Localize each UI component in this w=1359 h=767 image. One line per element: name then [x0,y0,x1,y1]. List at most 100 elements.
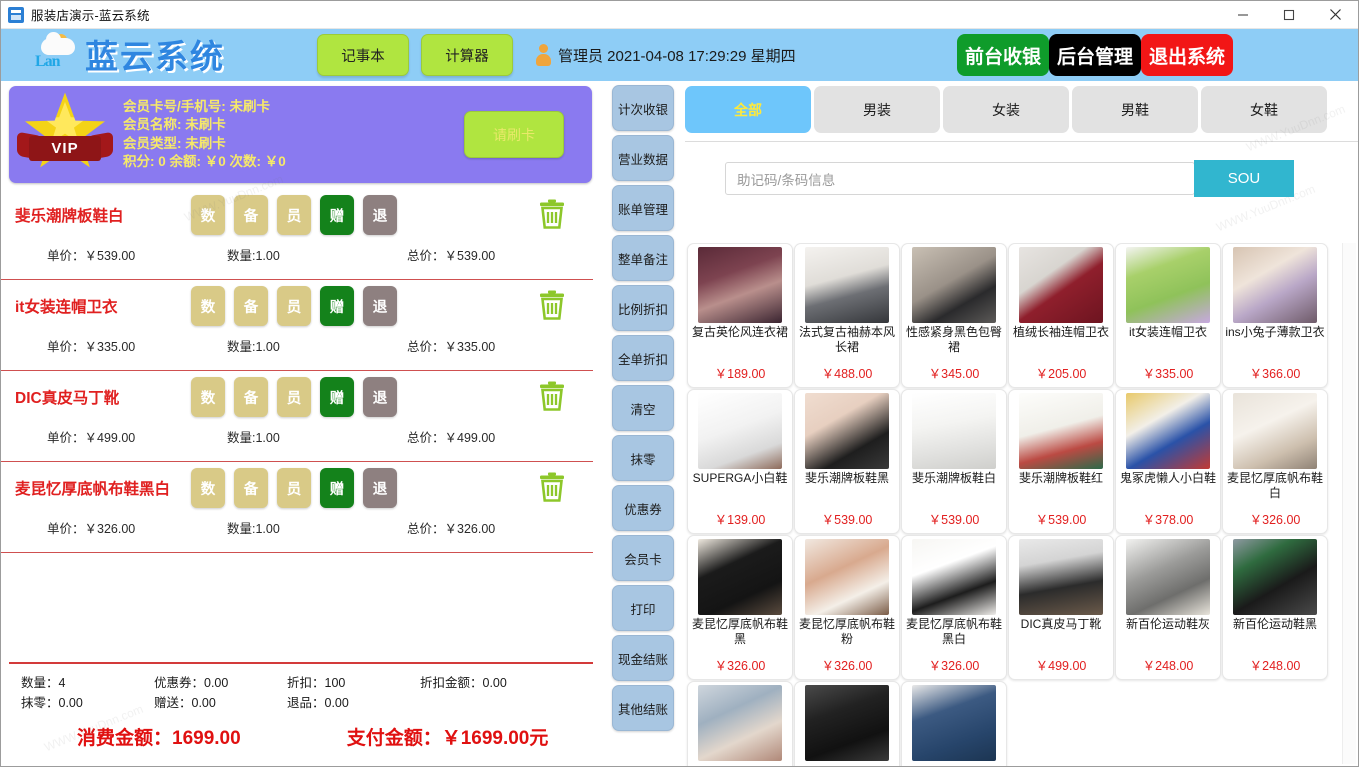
sidebar-item-ratio-discount[interactable]: 比例折扣 [612,285,674,331]
product-card[interactable]: 法式复古袖赫本风长裙 ￥488.00 [794,243,900,388]
qty-button[interactable]: 数 [191,468,225,508]
product-card[interactable]: 性感紧身黑色包臀裙 ￥345.00 [901,243,1007,388]
cart-item-list[interactable]: 斐乐潮牌板鞋白 数 备 员 赠 退 单价：￥539.00 数量:1.00 总价：… [1,189,593,661]
table-row[interactable]: DIC真皮马丁靴 数 备 员 赠 退 单价：￥499.00 数量:1.00 总价… [1,371,593,462]
front-cashier-tag[interactable]: 前台收银 [956,34,1049,76]
staff-button[interactable]: 员 [277,377,311,417]
product-card[interactable]: 麦昆忆厚底帆布鞋粉 ￥326.00 [794,535,900,680]
sidebar-item-coupon[interactable]: 优惠券 [612,485,674,531]
cart-item-qty: 数量:1.00 [227,431,280,445]
product-image [1019,393,1103,469]
product-grid[interactable]: 复古英伦风连衣裙 ￥189.00 法式复古袖赫本风长裙 ￥488.00 性感紧身黑色… [685,243,1336,766]
pay-total: 支付金额：￥1699.00元 [346,728,549,749]
product-price: ￥248.00 [1142,659,1194,673]
sidebar-item-count-cashier[interactable]: 计次收银 [612,85,674,131]
return-button[interactable]: 退 [363,377,397,417]
sidebar-item-member-card[interactable]: 会员卡 [612,535,674,581]
product-scrollbar[interactable] [1342,243,1356,764]
product-card[interactable]: DIC真皮马丁靴 ￥499.00 [1008,535,1114,680]
sidebar-item-label: 整单备注 [617,252,668,267]
product-card[interactable]: 麦昆忆厚底帆布鞋黑白 ￥326.00 [901,535,1007,680]
gift-button[interactable]: 赠 [320,468,354,508]
notepad-button[interactable]: 记事本 [317,34,409,76]
sidebar-item-cash-checkout[interactable]: 现金结账 [612,635,674,681]
product-card[interactable]: it女装连帽卫衣 ￥335.00 [1115,243,1221,388]
qty-button[interactable]: 数 [191,286,225,326]
tab-mens-clothing[interactable]: 男装 [814,86,940,133]
product-card[interactable] [794,681,900,766]
delete-icon[interactable] [533,286,571,324]
staff-button[interactable]: 员 [277,286,311,326]
qty-button[interactable]: 数 [191,377,225,417]
note-button[interactable]: 备 [234,468,268,508]
minimize-button[interactable] [1220,1,1266,29]
table-row[interactable]: 斐乐潮牌板鞋白 数 备 员 赠 退 单价：￥539.00 数量:1.00 总价：… [1,189,593,280]
product-card[interactable]: ins小兔子薄款卫衣 ￥366.00 [1222,243,1328,388]
qty-button[interactable]: 数 [191,195,225,235]
product-card[interactable]: 鬼冢虎懒人小白鞋 ￥378.00 [1115,389,1221,534]
delete-icon[interactable] [533,468,571,506]
delete-icon[interactable] [533,377,571,415]
cart-item-actions: 数 备 员 赠 退 [191,195,397,235]
product-image [1126,393,1210,469]
summary-gift: 赠送：0.00 [154,696,216,710]
note-button[interactable]: 备 [234,195,268,235]
product-name: SUPERGA小白鞋 [692,471,788,485]
sidebar-item-business-data[interactable]: 营业数据 [612,135,674,181]
window-title: 服装店演示-蓝云系统 [31,9,150,23]
sidebar-item-other-checkout[interactable]: 其他结账 [612,685,674,731]
backend-admin-tag[interactable]: 后台管理 [1048,34,1141,76]
search-button[interactable]: SOU [1194,160,1294,197]
exit-system-tag[interactable]: 退出系统 [1140,34,1233,76]
maximize-button[interactable] [1266,1,1312,29]
cart-item-qty: 数量:1.00 [227,340,280,354]
cart-item-total: 总价：￥335.00 [407,340,496,354]
sidebar-item-label: 抹零 [630,452,656,467]
sidebar-item-round-off[interactable]: 抹零 [612,435,674,481]
tab-womens-clothing[interactable]: 女装 [943,86,1069,133]
sidebar-item-full-discount[interactable]: 全单折扣 [612,335,674,381]
product-card[interactable]: 新百伦运动鞋灰 ￥248.00 [1115,535,1221,680]
sidebar-item-clear[interactable]: 清空 [612,385,674,431]
gift-button[interactable]: 赠 [320,195,354,235]
product-card[interactable]: 复古英伦风连衣裙 ￥189.00 [687,243,793,388]
product-image [698,393,782,469]
product-card[interactable]: 新百伦运动鞋黑 ￥248.00 [1222,535,1328,680]
table-row[interactable]: it女装连帽卫衣 数 备 员 赠 退 单价：￥335.00 数量:1.00 总价… [1,280,593,371]
swipe-card-button[interactable]: 请刷卡 [464,111,564,158]
sidebar-item-bill-manage[interactable]: 账单管理 [612,185,674,231]
product-card[interactable]: 麦昆忆厚底帆布鞋黑 ￥326.00 [687,535,793,680]
product-card[interactable]: 斐乐潮牌板鞋黑 ￥539.00 [794,389,900,534]
close-button[interactable] [1312,1,1358,29]
product-card[interactable] [687,681,793,766]
search-input[interactable]: 助记码/条码信息 [725,162,1195,195]
product-card[interactable]: 斐乐潮牌板鞋白 ￥539.00 [901,389,1007,534]
return-button[interactable]: 退 [363,195,397,235]
product-card[interactable]: 斐乐潮牌板鞋红 ￥539.00 [1008,389,1114,534]
return-button[interactable]: 退 [363,468,397,508]
sidebar-item-order-note[interactable]: 整单备注 [612,235,674,281]
order-summary: 数量：4 抹零：0.00 优惠券：0.00 赠送：0.00 折扣：100 退品：… [9,662,593,758]
cart-item-total: 总价：￥326.00 [407,522,496,536]
table-row[interactable]: 麦昆忆厚底帆布鞋黑白 数 备 员 赠 退 单价：￥326.00 数量:1.00 … [1,462,593,553]
sidebar-item-print[interactable]: 打印 [612,585,674,631]
tab-womens-shoes[interactable]: 女鞋 [1201,86,1327,133]
product-card[interactable]: SUPERGA小白鞋 ￥139.00 [687,389,793,534]
note-button[interactable]: 备 [234,377,268,417]
product-price: ￥139.00 [714,513,766,527]
note-button[interactable]: 备 [234,286,268,326]
calculator-button[interactable]: 计算器 [421,34,513,76]
product-card[interactable]: 植绒长袖连帽卫衣 ￥205.00 [1008,243,1114,388]
member-name: 会员名称: 未刷卡 [123,117,226,132]
product-card[interactable] [901,681,1007,766]
gift-button[interactable]: 赠 [320,377,354,417]
staff-button[interactable]: 员 [277,195,311,235]
staff-button[interactable]: 员 [277,468,311,508]
return-button[interactable]: 退 [363,286,397,326]
gift-button[interactable]: 赠 [320,286,354,326]
tab-mens-shoes[interactable]: 男鞋 [1072,86,1198,133]
product-name: ins小兔子薄款卫衣 [1225,325,1325,339]
product-card[interactable]: 麦昆忆厚底帆布鞋白 ￥326.00 [1222,389,1328,534]
tab-all[interactable]: 全部 [685,86,811,133]
delete-icon[interactable] [533,195,571,233]
